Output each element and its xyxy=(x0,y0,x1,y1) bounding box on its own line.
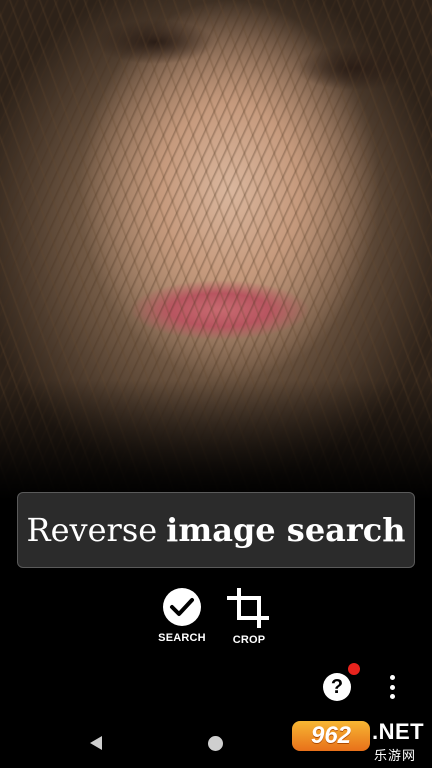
banner-bold-text: image search xyxy=(166,511,406,549)
notification-dot xyxy=(348,663,360,675)
crop-label: CROP xyxy=(232,634,266,646)
watermark-sub: 乐游网 xyxy=(374,748,417,763)
watermark-net: .NET xyxy=(372,719,425,744)
back-icon[interactable] xyxy=(88,735,104,756)
banner-regular-text: Reverse xyxy=(26,511,158,549)
more-dot xyxy=(389,675,395,680)
watermark-logo: 962 xyxy=(292,721,370,751)
hair-texture-overlay xyxy=(0,0,432,500)
help-icon[interactable]: ? xyxy=(323,673,351,701)
crop-button[interactable]: CROP xyxy=(209,588,289,646)
more-dot xyxy=(389,694,395,699)
crop-icon xyxy=(227,588,271,628)
reverse-image-search-banner: Reverse image search xyxy=(17,492,415,568)
search-label: SEARCH xyxy=(158,632,206,644)
home-icon[interactable] xyxy=(208,736,223,751)
more-dot xyxy=(389,684,395,690)
preview-photo xyxy=(0,0,432,500)
check-icon xyxy=(163,588,201,626)
more-vert-icon[interactable] xyxy=(382,673,402,701)
watermark: 962 .NET 乐游网 xyxy=(292,718,428,764)
